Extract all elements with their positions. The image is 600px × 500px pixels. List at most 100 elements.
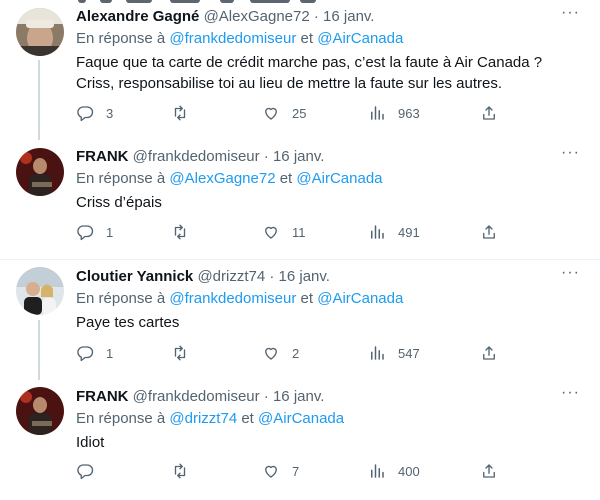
more-icon[interactable]: ··· <box>561 385 580 401</box>
avatar[interactable] <box>16 8 64 56</box>
author-handle[interactable]: @AlexGagne72 <box>204 8 310 25</box>
reply-context: En réponse à @AlexGagne72 et @AirCanada <box>76 170 383 187</box>
tweet-date[interactable]: 16 janv. <box>323 8 374 25</box>
share-icon <box>483 346 495 360</box>
like-count: 11 <box>292 224 306 240</box>
tweet-text-line: Idiot <box>76 434 105 451</box>
reply-mention-link[interactable]: @AirCanada <box>317 290 403 307</box>
tweet-actions: 1 11 491 <box>76 223 506 243</box>
like-button[interactable]: 7 <box>262 462 299 480</box>
tweet-cloutier-yannick[interactable]: Cloutier Yannick @drizzt74 · 16 janv. ··… <box>0 260 600 380</box>
tweet-frank-2[interactable]: FRANK @frankdedomiseur · 16 janv. ··· En… <box>0 380 600 500</box>
views-button[interactable]: 491 <box>368 223 420 241</box>
reply-context: En réponse à @frankdedomiseur et @AirCan… <box>76 290 403 307</box>
retweet-button[interactable] <box>171 462 201 480</box>
retweet-icon <box>174 463 186 479</box>
views-icon <box>371 346 384 360</box>
like-button[interactable]: 2 <box>262 344 299 362</box>
views-count: 963 <box>398 105 420 121</box>
share-button[interactable] <box>480 104 498 122</box>
separator-dot: · <box>263 148 269 165</box>
reply-count: 1 <box>106 224 114 240</box>
avatar[interactable] <box>16 387 64 435</box>
author-name[interactable]: FRANK <box>76 388 129 405</box>
tweet-header: Alexandre Gagné @AlexGagne72 · 16 janv. <box>76 8 374 25</box>
reply-prefix: En réponse à <box>76 290 166 307</box>
views-button[interactable]: 400 <box>368 462 420 480</box>
thread-line <box>38 60 40 140</box>
heart-icon <box>265 226 277 239</box>
reply-button[interactable] <box>76 462 106 480</box>
tweet-date[interactable]: 16 janv. <box>273 388 324 405</box>
views-count: 400 <box>398 463 420 479</box>
retweet-button[interactable] <box>171 104 201 122</box>
reply-button[interactable]: 1 <box>76 344 113 362</box>
avatar[interactable] <box>16 267 64 315</box>
like-count: 2 <box>292 345 300 361</box>
reply-mention-link[interactable]: @AirCanada <box>258 410 344 427</box>
reply-button[interactable]: 3 <box>76 104 113 122</box>
reply-mention-link[interactable]: @AirCanada <box>296 170 382 187</box>
tweet-text-line: Paye tes cartes <box>76 314 180 331</box>
author-name[interactable]: Cloutier Yannick <box>76 268 193 285</box>
share-icon <box>483 106 495 120</box>
tweet-date[interactable]: 16 janv. <box>273 148 324 165</box>
separator-dot: · <box>263 388 269 405</box>
tweet-frank-1[interactable]: FRANK @frankdedomiseur · 16 janv. ··· En… <box>0 140 600 260</box>
reply-mention-link[interactable]: @AirCanada <box>317 30 403 47</box>
reply-mention-link[interactable]: @drizzt74 <box>169 410 237 427</box>
retweet-button[interactable] <box>171 344 201 362</box>
reply-connector: et <box>241 410 254 427</box>
more-icon[interactable]: ··· <box>561 145 580 161</box>
tweet-alexandre-gagne[interactable]: Alexandre Gagné @AlexGagne72 · 16 janv. … <box>0 0 600 140</box>
reply-connector: et <box>300 290 314 307</box>
views-icon <box>371 225 384 239</box>
views-button[interactable]: 547 <box>368 344 420 362</box>
tweet-actions: 7 400 <box>76 462 506 482</box>
share-button[interactable] <box>480 223 498 241</box>
reply-mention-link[interactable]: @frankdedomiseur <box>169 30 296 47</box>
reply-icon <box>77 225 94 241</box>
like-count: 7 <box>292 463 300 479</box>
tweet-text: Paye tes cartes <box>76 312 576 333</box>
reply-icon <box>77 106 94 122</box>
author-handle[interactable]: @drizzt74 <box>197 268 265 285</box>
share-button[interactable] <box>480 344 498 362</box>
reply-button[interactable]: 1 <box>76 223 113 241</box>
author-handle[interactable]: @frankdedomiseur <box>133 388 260 405</box>
tweet-text: Idiot <box>76 432 576 453</box>
reply-prefix: En réponse à <box>76 410 166 427</box>
reply-prefix: En réponse à <box>76 30 166 47</box>
views-button[interactable]: 963 <box>368 104 420 122</box>
tweet-header: FRANK @frankdedomiseur · 16 janv. <box>76 388 324 405</box>
reply-mention-link[interactable]: @frankdedomiseur <box>169 290 296 307</box>
avatar[interactable] <box>16 148 64 196</box>
like-button[interactable]: 11 <box>262 223 306 241</box>
reply-context: En réponse à @drizzt74 et @AirCanada <box>76 410 344 427</box>
reply-icon <box>77 464 94 480</box>
author-name[interactable]: FRANK <box>76 148 129 165</box>
reply-count: 3 <box>106 105 114 121</box>
author-handle[interactable]: @frankdedomiseur <box>133 148 260 165</box>
tweet-actions: 3 25 963 <box>76 104 506 124</box>
tweet-text: Faque que ta carte de crédit marche pas,… <box>76 52 576 94</box>
tweet-text-line: Criss, responsabilise toi au lieu de met… <box>76 75 503 92</box>
reply-connector: et <box>279 170 293 187</box>
author-name[interactable]: Alexandre Gagné <box>76 8 199 25</box>
tweet-date[interactable]: 16 janv. <box>279 268 330 285</box>
reply-mention-link[interactable]: @AlexGagne72 <box>169 170 275 187</box>
reply-count: 1 <box>106 345 114 361</box>
like-button[interactable]: 25 <box>262 104 306 122</box>
more-icon[interactable]: ··· <box>561 5 580 21</box>
retweet-button[interactable] <box>171 223 201 241</box>
tweet-text-line: Criss d’épais <box>76 194 162 211</box>
more-icon[interactable]: ··· <box>561 265 580 281</box>
tweet-header: FRANK @frankdedomiseur · 16 janv. <box>76 148 324 165</box>
share-button[interactable] <box>480 462 498 480</box>
heart-icon <box>265 107 277 120</box>
separator-dot: · <box>313 8 319 25</box>
retweet-icon <box>174 345 186 361</box>
reply-connector: et <box>300 30 314 47</box>
views-icon <box>371 106 384 120</box>
share-icon <box>483 225 495 239</box>
